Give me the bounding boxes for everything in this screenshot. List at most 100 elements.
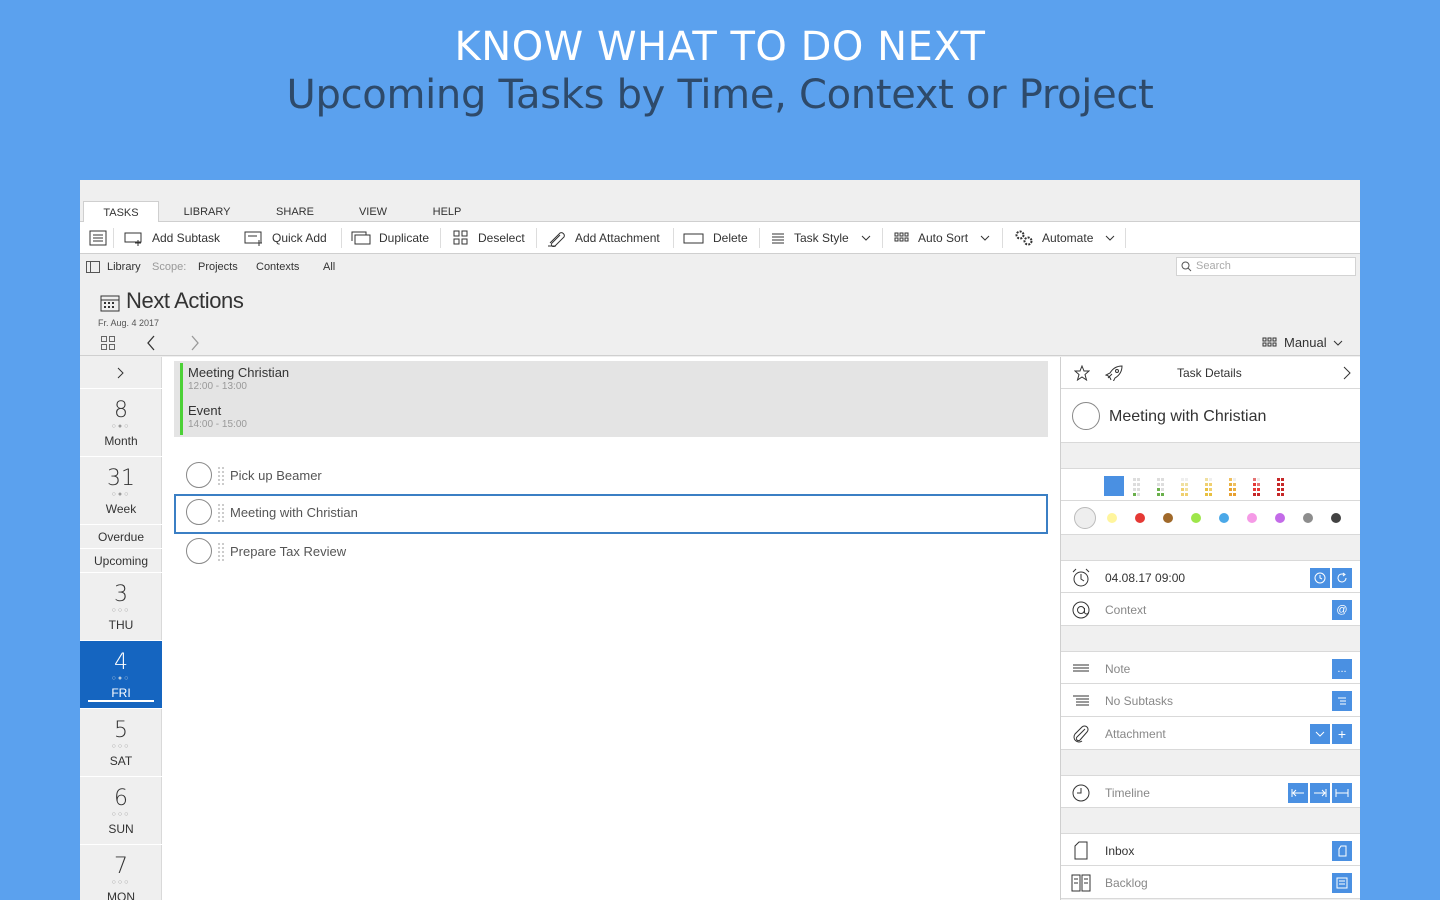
delete-button[interactable]: Delete — [683, 222, 748, 254]
color-swatch[interactable] — [1191, 513, 1201, 523]
strip-upcoming[interactable]: Upcoming — [80, 549, 162, 573]
star-icon[interactable] — [1074, 365, 1090, 381]
overdue-label: Overdue — [97, 530, 145, 544]
add-subtask-label: Add Subtask — [152, 231, 221, 245]
color-swatch[interactable] — [1275, 513, 1285, 523]
color-swatch[interactable] — [1074, 507, 1096, 529]
day-dots: ○○○ — [111, 879, 131, 886]
task-checkbox[interactable] — [186, 499, 212, 525]
subtasks-label: No Subtasks — [1105, 694, 1174, 708]
chevron-right-icon[interactable] — [1343, 366, 1351, 380]
clock-button[interactable] — [1310, 568, 1330, 588]
task-row[interactable]: Pick up Beamer — [174, 457, 1048, 495]
sidebar-icon[interactable] — [86, 261, 100, 273]
tab-view[interactable]: VIEW — [342, 201, 404, 223]
duplicate-button[interactable]: Duplicate — [351, 222, 429, 254]
event-item[interactable]: Meeting Christian 12:00 - 13:00 — [188, 365, 289, 392]
quick-add-button[interactable]: Quick Add — [244, 222, 327, 254]
color-swatch[interactable] — [1163, 513, 1173, 523]
attachment-icon — [548, 232, 565, 247]
strip-day[interactable]: 7 ○○○ MON — [80, 845, 162, 900]
priority-none[interactable] — [1104, 476, 1124, 496]
subtasks-row[interactable]: No Subtasks — [1061, 684, 1360, 717]
backlog-row[interactable]: Backlog — [1061, 866, 1360, 899]
color-swatch[interactable] — [1135, 513, 1145, 523]
task-row-selected[interactable]: Meeting with Christian — [174, 494, 1048, 534]
scope-contexts[interactable]: Contexts — [256, 261, 299, 273]
add-subtask-button[interactable]: Add Subtask — [124, 222, 220, 254]
color-swatch[interactable] — [1303, 513, 1313, 523]
timeline-end-button[interactable] — [1310, 783, 1330, 803]
page-title: Next Actions — [126, 288, 244, 313]
details-header-label: Task Details — [1177, 366, 1242, 380]
hero-subline: Upcoming Tasks by Time, Context or Proje… — [286, 72, 1154, 118]
strip-expand[interactable] — [80, 357, 162, 389]
ribbon-tabs: TASKS LIBRARY SHARE VIEW HELP — [80, 180, 1360, 223]
color-swatch[interactable] — [1247, 513, 1257, 523]
note-button[interactable]: ... — [1332, 659, 1352, 679]
strip-day-selected[interactable]: 4 ○●○ FRI — [80, 641, 162, 709]
arrow-start-icon — [1291, 789, 1304, 797]
rocket-icon[interactable] — [1105, 365, 1123, 381]
scope-projects[interactable]: Projects — [198, 261, 238, 273]
tab-help[interactable]: HELP — [416, 201, 478, 223]
task-checkbox[interactable] — [186, 538, 212, 564]
repeat-button[interactable] — [1332, 568, 1352, 588]
strip-day[interactable]: 6 ○○○ SUN — [80, 777, 162, 845]
task-checkbox[interactable] — [186, 462, 212, 488]
details-task-title[interactable]: Meeting with Christian — [1109, 408, 1266, 426]
inbox-row[interactable]: Inbox — [1061, 833, 1360, 866]
overview-grid-icon[interactable] — [101, 336, 115, 350]
task-row[interactable]: Prepare Tax Review — [174, 533, 1048, 571]
chevron-right-icon[interactable] — [190, 335, 200, 351]
chevron-left-icon[interactable] — [146, 335, 156, 351]
timeline-start-button[interactable] — [1288, 783, 1308, 803]
attachment-row[interactable]: Attachment + — [1061, 717, 1360, 750]
context-label: Context — [1105, 603, 1147, 617]
search-input[interactable]: Search — [1176, 257, 1356, 276]
event-item[interactable]: Event 14:00 - 15:00 — [188, 403, 247, 430]
grid-icon — [894, 232, 909, 242]
strip-overdue[interactable]: Overdue — [80, 525, 162, 549]
strip-day[interactable]: 5 ○○○ SAT — [80, 709, 162, 777]
priority-levels — [1133, 478, 1284, 496]
color-swatch[interactable] — [1331, 513, 1341, 523]
timeline-row[interactable]: Timeline — [1061, 775, 1360, 808]
details-checkbox[interactable] — [1072, 402, 1100, 430]
strip-month[interactable]: 8 ○●○ Month — [80, 389, 162, 457]
drag-handle-icon[interactable] — [218, 504, 224, 522]
automate-button[interactable]: Automate — [1014, 222, 1115, 254]
subtasks-button[interactable] — [1332, 691, 1352, 711]
drag-handle-icon[interactable] — [218, 467, 224, 485]
sort-mode-dropdown[interactable]: Manual — [1262, 335, 1343, 350]
color-swatch[interactable] — [1219, 513, 1229, 523]
auto-sort-button[interactable]: Auto Sort — [894, 222, 990, 254]
inbox-icon — [1338, 845, 1347, 857]
list-view-button[interactable] — [89, 222, 115, 254]
context-button[interactable]: @ — [1332, 600, 1352, 620]
add-attachment-button[interactable]: Add Attachment — [547, 222, 660, 254]
repeat-icon — [1337, 572, 1347, 583]
backlog-icon — [1071, 874, 1091, 892]
attachment-dropdown-button[interactable] — [1310, 724, 1330, 744]
note-row[interactable]: Note ... — [1061, 651, 1360, 684]
timeline-span-button[interactable] — [1332, 783, 1352, 803]
task-style-button[interactable]: Task Style — [770, 222, 871, 254]
scope-all[interactable]: All — [323, 261, 335, 273]
context-row[interactable]: Context @ — [1061, 593, 1360, 626]
tab-tasks[interactable]: TASKS — [83, 201, 159, 223]
add-attachment-button[interactable]: + — [1332, 724, 1352, 744]
drag-handle-icon[interactable] — [218, 543, 224, 561]
inbox-button[interactable] — [1332, 841, 1352, 861]
tab-share[interactable]: SHARE — [260, 201, 330, 223]
day-dots: ○○○ — [111, 607, 131, 614]
backlog-button[interactable] — [1332, 873, 1352, 893]
scope-library[interactable]: Library — [107, 261, 141, 273]
backlog-label: Backlog — [1105, 876, 1148, 890]
deselect-button[interactable]: Deselect — [452, 222, 525, 254]
due-date-row[interactable]: 04.08.17 09:00 — [1061, 560, 1360, 593]
tab-library[interactable]: LIBRARY — [172, 201, 242, 223]
strip-day[interactable]: 3 ○○○ THU — [80, 573, 162, 641]
color-swatch[interactable] — [1107, 513, 1117, 523]
strip-week[interactable]: 31 ○●○ Week — [80, 457, 162, 525]
